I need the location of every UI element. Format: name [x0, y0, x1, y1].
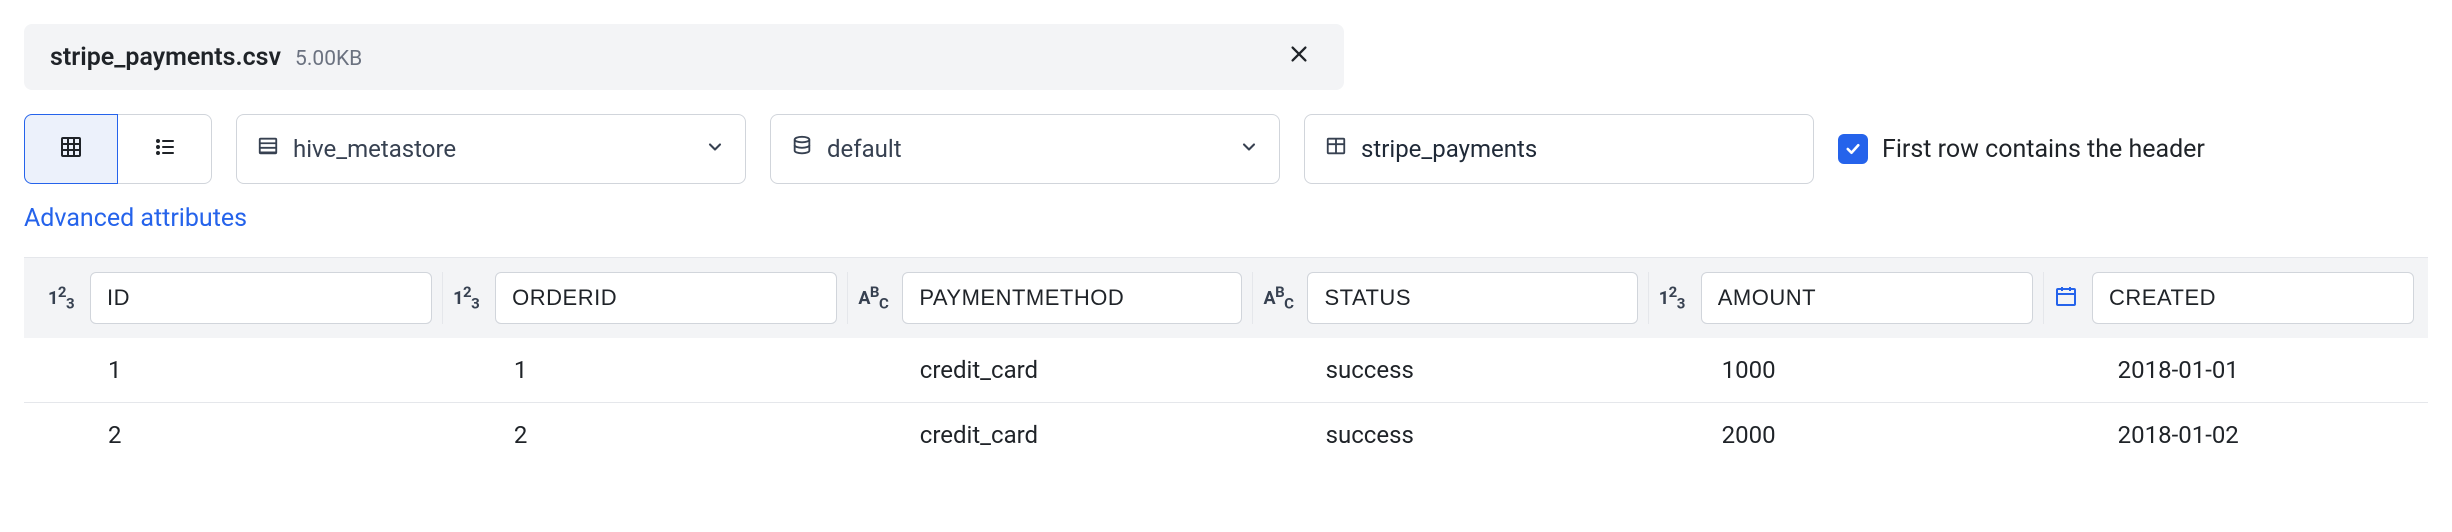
column-name-input-id[interactable] — [90, 272, 432, 324]
date-type-icon — [2054, 284, 2078, 313]
cell-id: 1 — [38, 356, 444, 384]
schema-value: default — [827, 135, 902, 163]
database-icon — [791, 135, 813, 163]
file-name: stripe_payments.csv — [50, 43, 281, 72]
cell-id: 2 — [38, 421, 444, 449]
header-checkbox-label: First row contains the header — [1882, 135, 2205, 164]
list-icon — [153, 135, 177, 164]
schema-select[interactable]: default — [770, 114, 1280, 184]
column-header-paymentmethod: ABC — [848, 272, 1253, 324]
grid-view-button[interactable] — [24, 114, 118, 184]
cell-created: 2018-01-01 — [2048, 356, 2414, 384]
column-name-input-status[interactable] — [1307, 272, 1637, 324]
checkbox-icon — [1838, 134, 1868, 164]
column-header-status: ABC — [1253, 272, 1648, 324]
column-name-input-orderid[interactable] — [495, 272, 837, 324]
number-type-icon: 123 — [1659, 283, 1687, 313]
number-type-icon: 123 — [48, 283, 76, 313]
table-row: 2 2 credit_card success 2000 2018-01-02 — [24, 403, 2428, 467]
header-checkbox-row[interactable]: First row contains the header — [1838, 134, 2205, 164]
column-name-input-created[interactable] — [2092, 272, 2414, 324]
cell-orderid: 1 — [444, 356, 850, 384]
string-type-icon: ABC — [1263, 283, 1293, 313]
cell-status: success — [1256, 421, 1652, 449]
cell-paymentmethod: credit_card — [850, 356, 1256, 384]
preview-table: 123 123 ABC ABC 123 — [24, 257, 2428, 467]
table-icon — [1325, 135, 1347, 163]
cell-amount: 1000 — [1652, 356, 2048, 384]
catalog-value: hive_metastore — [293, 135, 456, 163]
number-type-icon: 123 — [453, 283, 481, 313]
view-toggle — [24, 114, 212, 184]
column-name-input-paymentmethod[interactable] — [902, 272, 1242, 324]
chevron-down-icon — [705, 135, 725, 163]
cell-status: success — [1256, 356, 1652, 384]
file-size: 5.00KB — [295, 47, 362, 71]
list-view-button[interactable] — [118, 114, 212, 184]
string-type-icon: ABC — [858, 283, 888, 313]
cell-created: 2018-01-02 — [2048, 421, 2414, 449]
cell-orderid: 2 — [444, 421, 850, 449]
column-header-orderid: 123 — [443, 272, 848, 324]
cell-amount: 2000 — [1652, 421, 2048, 449]
column-header-id: 123 — [38, 272, 443, 324]
chevron-down-icon — [1239, 135, 1259, 163]
table-header-row: 123 123 ABC ABC 123 — [24, 258, 2428, 338]
catalog-select[interactable]: hive_metastore — [236, 114, 746, 184]
table-name-input[interactable]: stripe_payments — [1304, 114, 1814, 184]
file-chip: stripe_payments.csv 5.00KB — [24, 24, 1344, 90]
close-icon[interactable] — [1280, 42, 1318, 72]
grid-icon — [59, 135, 83, 164]
column-header-amount: 123 — [1649, 272, 2044, 324]
catalog-icon — [257, 135, 279, 163]
column-name-input-amount[interactable] — [1701, 272, 2033, 324]
table-name-value: stripe_payments — [1361, 135, 1537, 163]
cell-paymentmethod: credit_card — [850, 421, 1256, 449]
table-row: 1 1 credit_card success 1000 2018-01-01 — [24, 338, 2428, 403]
advanced-attributes-link[interactable]: Advanced attributes — [24, 204, 247, 233]
column-header-created — [2044, 272, 2414, 324]
